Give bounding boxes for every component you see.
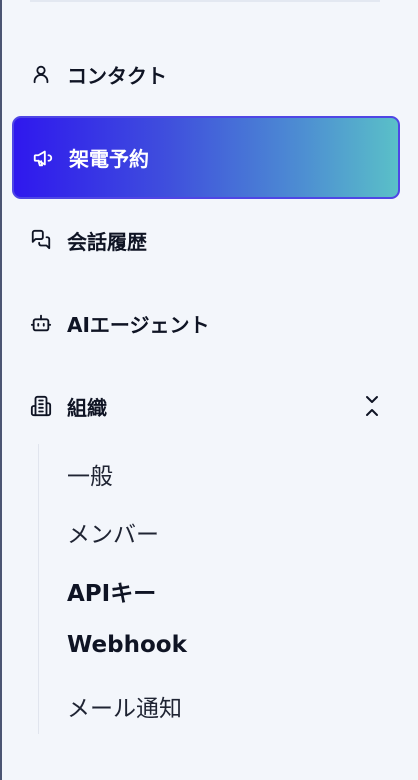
building-icon — [29, 394, 53, 418]
nav-item-ai-agents[interactable]: AIエージェント — [12, 282, 400, 364]
nav-item-call-booking[interactable]: 架電予約 — [12, 116, 400, 199]
chat-bubbles-icon — [29, 228, 53, 252]
megaphone-icon — [31, 146, 55, 170]
nav-label: 会話履歴 — [67, 229, 147, 254]
nav-label: 架電予約 — [69, 147, 149, 171]
top-divider — [30, 0, 380, 2]
nav-label: コンタクト — [67, 63, 167, 88]
submenu-item-email-notify[interactable]: メール通知 — [67, 689, 182, 723]
nav-label: 組織 — [67, 395, 107, 420]
nav-item-contacts[interactable]: コンタクト — [12, 33, 400, 115]
nav-item-organization[interactable]: 組織 — [12, 365, 400, 447]
nav-label: AIエージェント — [67, 312, 210, 337]
robot-icon — [29, 311, 53, 335]
submenu-item-api-keys[interactable]: APIキー — [67, 574, 156, 608]
sidebar-edge — [0, 0, 2, 780]
user-icon — [29, 62, 53, 86]
submenu-rail — [38, 444, 39, 734]
submenu-item-general[interactable]: 一般 — [67, 457, 113, 491]
submenu-item-webhook[interactable]: Webhook — [67, 632, 187, 658]
submenu-item-members[interactable]: メンバー — [67, 515, 159, 549]
nav-item-history[interactable]: 会話履歴 — [12, 199, 400, 281]
chevrons-collapse-icon[interactable] — [364, 394, 380, 418]
